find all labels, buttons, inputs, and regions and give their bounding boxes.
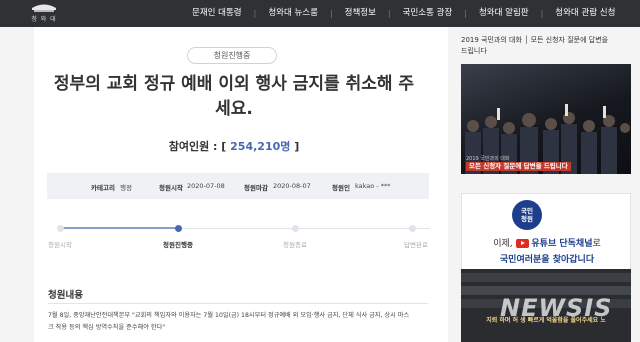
petition-title: 정부의 교회 정규 예배 이외 행사 금지를 취소해 주세요. bbox=[53, 74, 415, 119]
petition-panel: 청원진행중 정부의 교회 정규 예배 이외 행사 금지를 취소해 주세요. 참여… bbox=[34, 27, 448, 342]
count-value: 254,210명 bbox=[230, 140, 291, 153]
banner2-line2: 국민여러분을 찾아갑니다 bbox=[499, 255, 595, 265]
step-label-active: 청원진행중 bbox=[163, 241, 193, 249]
national-petition-logo: 국민 청원 bbox=[512, 200, 542, 230]
step-dot-start bbox=[57, 225, 64, 232]
cheongwadae-logo[interactable]: 청 와 대 bbox=[24, 2, 64, 25]
step-dot-closed bbox=[292, 225, 299, 232]
category-label: 카테고리 bbox=[91, 184, 115, 192]
youtube-icon bbox=[515, 239, 529, 248]
content-section-title: 청원내용 bbox=[48, 290, 83, 301]
body-line: 크 착용 등의 핵심 방역수칙을 준수해야 한다" bbox=[48, 324, 166, 331]
start-label: 청원시작 bbox=[159, 184, 183, 192]
banner-stripe bbox=[461, 273, 631, 282]
category-value: 행정 bbox=[120, 184, 132, 192]
banner1-heading-line: 드립니다 bbox=[461, 47, 487, 55]
logo-text: 청 와 대 bbox=[31, 16, 57, 23]
nav-separator: | bbox=[387, 9, 391, 18]
banner2-highlight: 유튜브 단독채널 bbox=[531, 239, 593, 249]
body-line: 7월 8일, 중앙재난안전대책본부 "교회의 책임자와 이용자는 7월 10일(… bbox=[48, 312, 410, 319]
end-label: 청원마감 bbox=[244, 184, 268, 192]
blue-house-emblem-icon bbox=[32, 4, 56, 12]
newsis-watermark: NEWSIS bbox=[500, 294, 613, 322]
end-value: 2020-08-07 bbox=[273, 182, 311, 190]
nav-item-policy[interactable]: 정책정보 bbox=[345, 0, 376, 27]
nav-separator: | bbox=[253, 9, 257, 18]
nav-separator: | bbox=[329, 9, 333, 18]
nav-separator: | bbox=[464, 9, 467, 18]
nav-item-tour[interactable]: 청와대 관람 신청 bbox=[555, 0, 615, 27]
banner1-heading[interactable]: 2019 국민과의 대화 │ 모든 신청자 질문에 답변을 드립니다 bbox=[461, 35, 631, 57]
participant-count: 참여인원 : [ 254,210명 ] bbox=[48, 138, 420, 154]
nav-item-notice[interactable]: 청와대 알림판 bbox=[479, 0, 529, 27]
main-nav: 문재인 대통령 | 청와대 뉴스룸 | 정책정보 | 국민소통 광장 | 청와대… bbox=[192, 0, 615, 27]
banner2-text: 로 bbox=[592, 239, 601, 249]
start-value: 2020-07-08 bbox=[187, 182, 225, 190]
petition-meta: 카테고리 행정 청원시작 2020-07-08 청원마감 2020-08-07 … bbox=[47, 173, 429, 199]
banner2-text: 이제, bbox=[493, 239, 513, 249]
banner1-band: 모든 신청자 질문에 답변을 드립니다 bbox=[466, 162, 571, 171]
step-label-start: 청원시작 bbox=[48, 241, 72, 249]
nav-separator: | bbox=[540, 9, 544, 18]
author-value: kakao - *** bbox=[355, 182, 391, 190]
nav-item-president[interactable]: 문재인 대통령 bbox=[192, 0, 242, 27]
status-badge: 청원진행중 bbox=[187, 47, 277, 64]
top-navigation-bar: 청 와 대 문재인 대통령 | 청와대 뉴스룸 | 정책정보 | 국민소통 광장… bbox=[0, 0, 640, 27]
town-hall-banner-image[interactable]: 2019 국민과의 대화 모든 신청자 질문에 답변을 드립니다 bbox=[461, 64, 631, 174]
section-divider bbox=[48, 303, 428, 304]
step-label-closed: 청원종료 bbox=[283, 241, 307, 249]
banner2-line1: 이제, 유튜브 단독채널로 bbox=[462, 236, 632, 249]
nav-item-newsroom[interactable]: 청와대 뉴스룸 bbox=[268, 0, 318, 27]
step-dot-answered bbox=[409, 225, 416, 232]
banner1-caption: 2019 국민과의 대화 bbox=[466, 156, 510, 162]
nav-item-plaza[interactable]: 국민소통 광장 bbox=[403, 0, 453, 27]
count-close: ] bbox=[294, 140, 300, 153]
banner1-heading-line: 2019 국민과의 대화 │ 모든 신청자 질문에 답변을 bbox=[461, 36, 609, 44]
step-label-answered: 답변완료 bbox=[404, 241, 428, 249]
count-label: 참여인원 : [ bbox=[168, 140, 227, 153]
author-label: 청원인 bbox=[332, 184, 350, 192]
progress-steps: 청원시작 청원진행중 청원종료 답변완료 bbox=[34, 207, 448, 277]
youtube-channel-banner[interactable]: 국민 청원 이제, 유튜브 단독채널로 국민여러분을 찾아갑니다 bbox=[461, 193, 631, 273]
petition-body: 7월 8일, 중앙재난안전대책본부 "교회의 책임자와 이용자는 7월 10일(… bbox=[48, 310, 426, 334]
step-dot-active bbox=[175, 225, 182, 232]
progress-track-fill bbox=[60, 227, 178, 229]
